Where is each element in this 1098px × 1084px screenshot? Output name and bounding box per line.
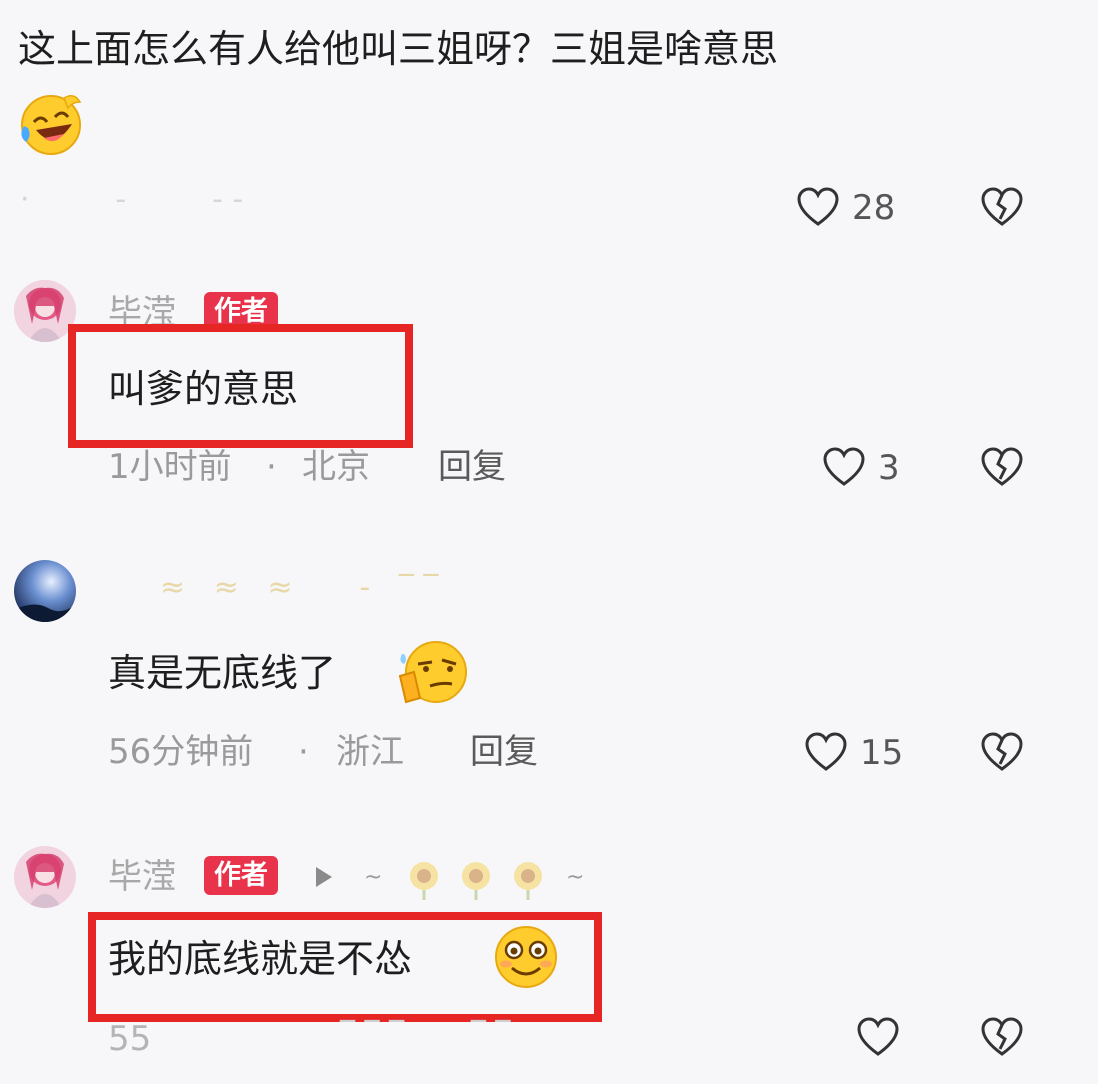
- broken-heart-icon[interactable]: [980, 731, 1024, 773]
- broken-heart-icon[interactable]: [980, 446, 1024, 488]
- sunflower-decoration-icon: ~ ~: [360, 856, 590, 902]
- author-badge: 作者: [204, 856, 278, 896]
- like-count: 15: [860, 733, 904, 773]
- comment-location: 北京: [302, 447, 370, 487]
- svg-text:~: ~: [566, 865, 584, 890]
- comment-time: 55: [108, 1019, 152, 1059]
- heart-icon[interactable]: [856, 1016, 900, 1058]
- comment-text: 叫爹的意思: [108, 367, 299, 411]
- play-triangle-icon: [312, 864, 336, 890]
- comment-text: 这上面怎么有人给他叫三姐呀？三姐是啥意思: [18, 27, 779, 71]
- separator-dot: ·: [298, 732, 309, 772]
- separator-dot: ·: [266, 447, 277, 487]
- avatar[interactable]: [14, 280, 76, 342]
- like-count: 3: [878, 448, 900, 488]
- location-obscured: ‾ ‾ ‾ ‾ ‾: [340, 1016, 511, 1051]
- reply-button[interactable]: 回复: [470, 735, 538, 769]
- heart-icon[interactable]: [822, 446, 866, 488]
- comment-time: 56分钟前: [108, 732, 254, 772]
- username-blurred: · ‐ ‐ ‐: [20, 182, 244, 217]
- username-blurred: ≈ ≈ ≈ - ‾ ‾: [160, 570, 439, 605]
- reply-button[interactable]: 回复: [438, 450, 506, 484]
- username[interactable]: 毕滢: [108, 860, 176, 894]
- comment-text: 我的底线就是不怂: [108, 937, 413, 981]
- like-count: 28: [852, 188, 896, 228]
- heart-icon[interactable]: [804, 731, 848, 773]
- comment-location: 浙江: [336, 732, 404, 772]
- smile-emoji-icon: [490, 924, 562, 990]
- avatar[interactable]: [14, 846, 76, 908]
- broken-heart-icon[interactable]: [980, 186, 1024, 228]
- rofl-emoji-icon: [16, 90, 86, 156]
- comment-time: 1小时前: [108, 447, 232, 487]
- broken-heart-icon[interactable]: [980, 1016, 1024, 1058]
- heart-icon[interactable]: [796, 186, 840, 228]
- svg-text:~: ~: [364, 865, 382, 890]
- comment-text: 真是无底线了: [108, 651, 337, 695]
- avatar[interactable]: [14, 560, 76, 622]
- smirk-thinking-emoji-icon: [396, 636, 470, 706]
